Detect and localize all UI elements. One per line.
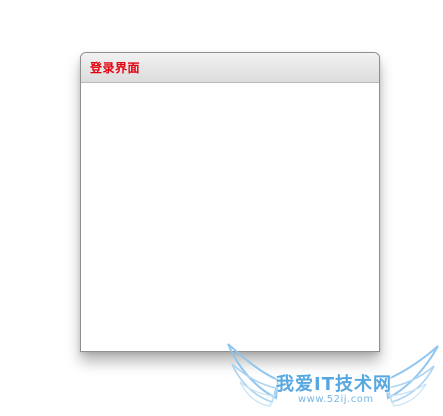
site-watermark: 我爱IT技术网 www.52ij.com	[226, 340, 443, 416]
watermark-text: 我爱IT技术网	[276, 374, 392, 395]
panel-title: 登录界面	[90, 61, 141, 75]
login-panel: 登录界面	[80, 52, 380, 352]
panel-header[interactable]: 登录界面	[81, 53, 379, 83]
watermark-url: www.52ij.com	[298, 394, 374, 405]
panel-body	[81, 83, 379, 351]
